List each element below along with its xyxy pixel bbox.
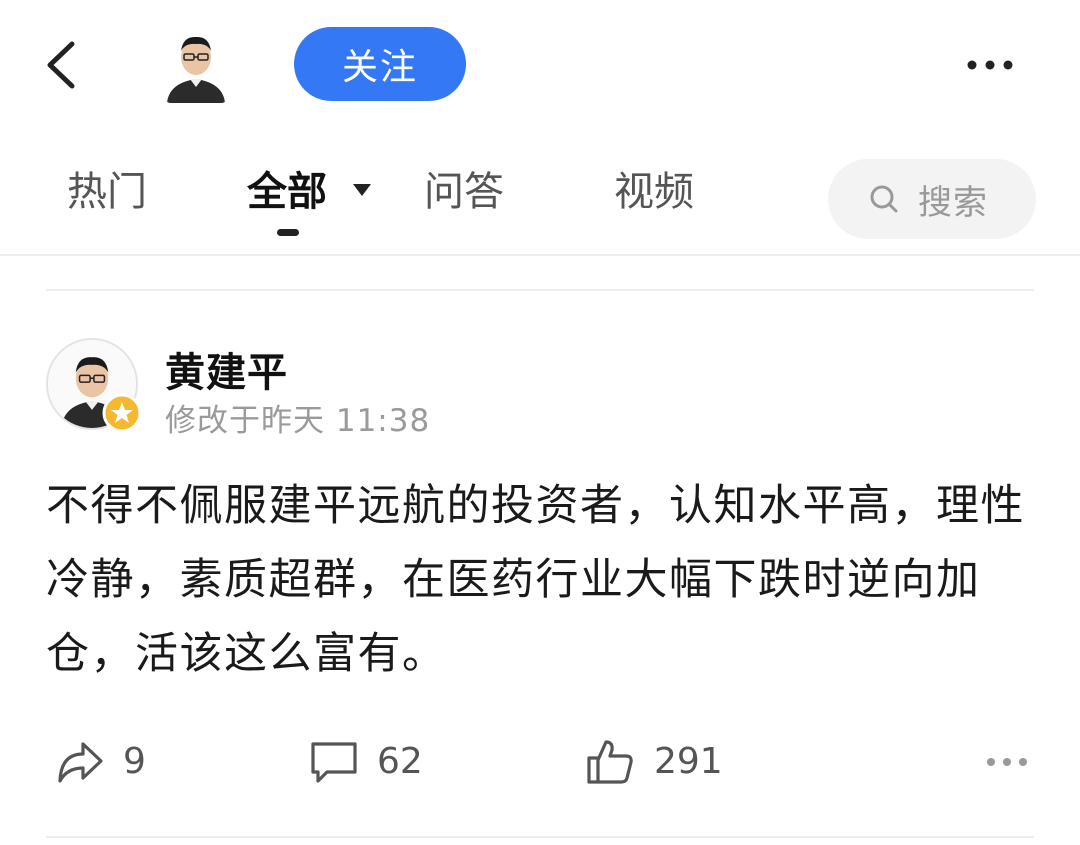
follow-button[interactable]: 关注 [294,27,466,101]
divider [46,836,1034,838]
like-button[interactable]: 291 [586,733,723,789]
post-content[interactable]: 不得不佩服建平远航的投资者，认知水平高，理性冷静，素质超群，在医药行业大幅下跌时… [46,469,1036,691]
divider [0,254,1080,256]
more-horizontal-icon[interactable] [985,756,1029,768]
tab-hot[interactable]: 热门 [67,166,147,218]
tab-video[interactable]: 视频 [614,166,694,218]
post-author-name[interactable]: 黄建平 [165,340,288,398]
back-arrow-icon[interactable] [40,38,80,92]
share-button[interactable]: 9 [55,733,146,789]
comment-button[interactable]: 62 [309,733,423,789]
comment-count: 62 [377,740,423,782]
verified-star-badge-icon [102,393,142,433]
search-label: 搜索 [918,182,988,223]
thumbs-up-icon [587,740,633,784]
share-icon [58,742,103,783]
caret-down-icon[interactable] [352,183,372,197]
search-icon [870,185,898,213]
search-box[interactable]: 搜索 [828,159,1036,239]
tab-qa[interactable]: 问答 [424,166,504,218]
comment-icon [311,742,357,783]
divider [46,289,1034,291]
tab-all[interactable]: 全部 [247,166,327,218]
post-timestamp: 修改于昨天 11:38 [165,403,431,439]
like-count: 291 [654,740,723,782]
header-avatar[interactable] [163,27,229,103]
more-horizontal-icon[interactable] [966,59,1014,71]
active-tab-indicator [277,229,299,236]
share-count: 9 [123,740,146,782]
